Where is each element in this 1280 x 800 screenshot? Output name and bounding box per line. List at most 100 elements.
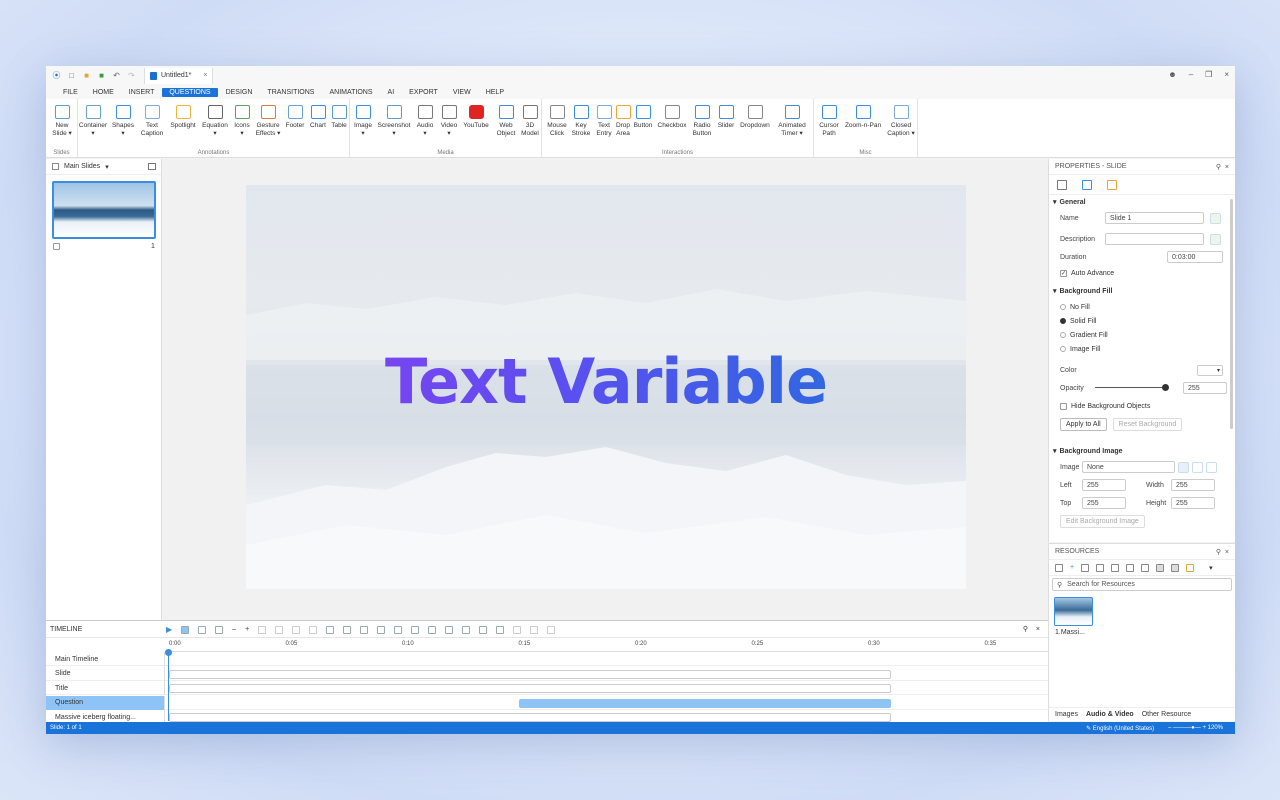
align-center-icon[interactable] (275, 625, 284, 634)
close-icon[interactable]: × (1036, 626, 1040, 633)
resource-tab-audio-video[interactable]: Audio & Video (1086, 711, 1134, 718)
radio-dot[interactable] (1060, 346, 1066, 352)
chevron-down-icon[interactable]: ▾ (105, 163, 109, 171)
top-field[interactable]: 255 (1082, 497, 1126, 509)
freeze-icon[interactable] (428, 625, 437, 634)
pointer-icon[interactable] (547, 625, 556, 634)
record-icon[interactable] (181, 625, 190, 634)
text-caption-button[interactable]: Text Caption (139, 105, 165, 138)
youtube-button[interactable]: YouTube (461, 105, 491, 130)
timeline-row[interactable]: Question (46, 695, 1048, 710)
align-left-icon[interactable] (258, 625, 267, 634)
radio-button-button[interactable]: Radio Button (690, 105, 714, 138)
timeline-row-label[interactable]: Main Timeline (46, 652, 165, 666)
pin-icon[interactable]: ⚲ (1023, 625, 1028, 633)
cursor-icon[interactable] (513, 625, 522, 634)
open-folder-icon[interactable]: ■ (82, 71, 91, 80)
pin-icon[interactable]: ⚲ (1216, 164, 1221, 171)
timeline-clip[interactable] (169, 684, 892, 693)
dropdown-button[interactable]: Dropdown (738, 105, 772, 130)
reset-background-button[interactable]: Reset Background (1112, 417, 1183, 431)
caption-icon[interactable] (479, 625, 488, 634)
edit-background-image-button[interactable]: Edit Background Image (1060, 514, 1145, 528)
checkbox-button[interactable]: Checkbox (656, 105, 688, 130)
radio-dot[interactable] (1060, 318, 1066, 324)
animated-timer-button[interactable]: Animated Timer ▾ (775, 105, 809, 138)
menu-design[interactable]: DESIGN (219, 88, 260, 97)
menu-animations[interactable]: ANIMATIONS (322, 88, 379, 97)
description-field[interactable] (1105, 233, 1204, 245)
fill-option-gradient-fill[interactable]: Gradient Fill (1049, 328, 1235, 342)
timeline-row-label[interactable]: Question (46, 695, 165, 710)
image-layer-icon[interactable] (411, 625, 420, 634)
playhead-handle[interactable] (165, 649, 172, 656)
pan-icon[interactable] (530, 625, 539, 634)
slides-view-select[interactable]: Main Slides (64, 163, 100, 170)
name-field[interactable]: Slide 1 (1105, 212, 1204, 224)
distribute-icon[interactable] (309, 625, 318, 634)
new-slide-button[interactable]: New Slide ▾ (49, 105, 75, 138)
slide-select-checkbox[interactable] (53, 243, 60, 250)
edit-name-button[interactable] (1210, 212, 1221, 224)
effects-icon[interactable] (394, 625, 403, 634)
color-picker[interactable]: ▾ (1197, 364, 1223, 376)
slide-properties-tab[interactable] (1057, 179, 1067, 190)
image-file-button[interactable] (1192, 461, 1203, 473)
gesture-effects-button[interactable]: Gesture Effects ▾ (254, 105, 282, 138)
close-icon[interactable]: × (1225, 164, 1229, 171)
trim-icon[interactable] (360, 625, 369, 634)
browse-image-button[interactable] (1178, 461, 1189, 473)
video-button[interactable]: Video ▾ (438, 105, 460, 138)
fill-option-solid-fill[interactable]: Solid Fill (1049, 314, 1235, 328)
width-field[interactable]: 255 (1171, 479, 1215, 491)
visibility-icon[interactable] (496, 625, 505, 634)
redo-icon[interactable]: ↷ (127, 71, 136, 80)
chart-button[interactable]: Chart (308, 105, 328, 130)
export-icon[interactable] (1111, 563, 1120, 572)
layout-properties-tab[interactable] (1107, 179, 1117, 190)
duration-field[interactable]: 0:03:00 (1167, 251, 1223, 263)
menu-export[interactable]: EXPORT (402, 88, 445, 97)
zoom-out-icon[interactable]: – (232, 626, 236, 633)
mic-icon[interactable] (198, 625, 207, 634)
presenter-view-icon[interactable] (147, 163, 156, 170)
timeline-row-label[interactable]: Title (46, 681, 165, 695)
timeline-ruler[interactable]: 0:00 0:05 0:10 0:15 0:20 0:25 0:30 0:35 (165, 638, 1048, 652)
minimize-icon[interactable]: – (1189, 70, 1193, 79)
key-stroke-button[interactable]: Key Stroke (569, 105, 593, 138)
audio-button[interactable]: Audio ▾ (414, 105, 436, 138)
background-image-section-header[interactable]: ▾ Background Image (1049, 444, 1235, 458)
resource-tab-other-resource[interactable]: Other Resource (1142, 711, 1191, 718)
radio-dot[interactable] (1060, 332, 1066, 338)
opacity-field[interactable]: 255 (1183, 382, 1227, 394)
search-input[interactable]: Search for Resources (1067, 581, 1135, 588)
user-icon[interactable]: ☻ (1168, 70, 1176, 79)
new-file-icon[interactable]: □ (67, 71, 76, 80)
general-section-header[interactable]: ▾ General (1049, 195, 1235, 209)
timeline-row-label[interactable]: Slide (46, 666, 165, 681)
add-resource-icon[interactable]: + (1070, 564, 1074, 571)
footer-button[interactable]: Footer (283, 105, 307, 130)
timeline-clip[interactable] (169, 669, 892, 679)
menu-help[interactable]: HELP (479, 88, 511, 97)
sort-icon[interactable] (1186, 563, 1195, 572)
closed-caption-button[interactable]: Closed Caption ▾ (885, 105, 917, 138)
undo-icon[interactable]: ↶ (112, 71, 121, 80)
replace-icon[interactable] (1126, 563, 1135, 572)
container-button[interactable]: Container ▾ (78, 105, 108, 138)
timeline-clip[interactable] (169, 713, 892, 722)
menu-transitions[interactable]: TRANSITIONS (260, 88, 321, 97)
menu-file[interactable]: FILE (56, 88, 85, 97)
height-field[interactable]: 255 (1171, 497, 1215, 509)
fill-option-image-fill[interactable]: Image Fill (1049, 342, 1235, 356)
zoom-in-icon[interactable]: + (245, 626, 249, 633)
properties-scrollbar[interactable] (1230, 199, 1233, 429)
filter-unused-icon[interactable] (1171, 563, 1180, 572)
timeline-clip[interactable] (518, 698, 892, 708)
zoom-controls[interactable]: – ———●— + 120% (1168, 725, 1223, 731)
button-button[interactable]: Button (631, 105, 655, 130)
left-field[interactable]: 255 (1082, 479, 1126, 491)
menu-questions[interactable]: QUESTIONS (162, 87, 218, 97)
shapes-button[interactable]: Shapes ▾ (110, 105, 136, 138)
radio-dot[interactable] (1060, 304, 1066, 310)
